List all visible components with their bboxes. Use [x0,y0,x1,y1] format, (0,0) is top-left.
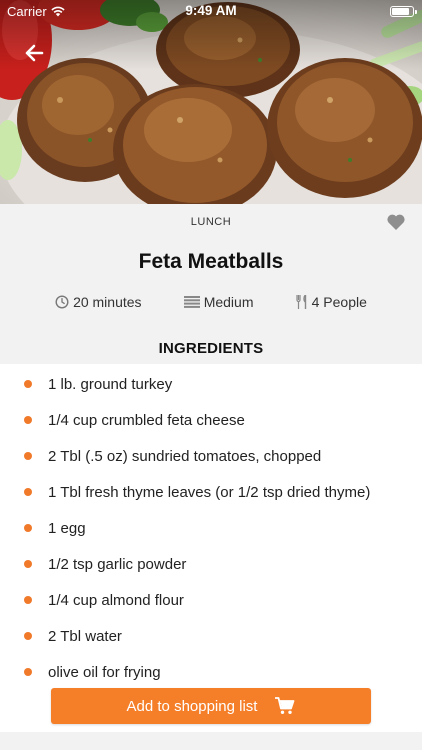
ingredients-heading: INGREDIENTS [158,340,264,357]
ingredient-item: 1/4 cup crumbled feta cheese [0,402,422,438]
bullet-icon [24,380,32,388]
recipe-category: LUNCH [190,216,232,228]
recipe-header: LUNCH Feta Meatballs 20 minutes Medium 4… [0,204,422,364]
arrow-left-icon [25,44,44,62]
servings: 4 People [296,294,367,310]
ingredient-item: 2 Tbl (.5 oz) sundried tomatoes, chopped [0,438,422,474]
bullet-icon [24,524,32,532]
add-to-shopping-list-label: Add to shopping list [126,697,258,715]
ingredient-item: 2 Tbl water [0,618,422,654]
ingredient-item: 1/4 cup almond flour [0,582,422,618]
difficulty-icon [183,296,200,308]
prep-time: 20 minutes [55,294,142,310]
ingredient-text: 1 egg [48,519,86,537]
bullet-icon [24,488,32,496]
back-button[interactable] [20,38,50,68]
bullet-icon [24,596,32,604]
ingredients-list: 1 lb. ground turkey 1/4 cup crumbled fet… [0,364,422,732]
servings-label: 4 People [311,294,367,310]
ingredient-text: 1/4 cup crumbled feta cheese [48,411,245,429]
ingredient-text: 1/4 cup almond flour [48,591,184,609]
ingredient-text: 2 Tbl (.5 oz) sundried tomatoes, chopped [48,447,322,465]
status-bar: Carrier 9:49 AM [0,0,422,22]
recipe-title: Feta Meatballs [138,250,284,273]
bullet-icon [24,416,32,424]
ingredient-text: 1 Tbl fresh thyme leaves (or 1/2 tsp dri… [48,483,371,501]
clock-icon [55,295,69,309]
ingredient-text: 1/2 tsp garlic powder [48,555,187,573]
cart-icon [275,697,295,714]
ingredient-item: 1 lb. ground turkey [0,366,422,402]
meatballs-illustration [0,0,422,204]
ingredient-item: 1 egg [0,510,422,546]
utensils-icon [296,295,306,309]
ingredient-text: olive oil for frying [48,663,161,681]
prep-time-label: 20 minutes [73,294,142,310]
status-time: 9:49 AM [185,3,237,18]
ingredient-item: 1/2 tsp garlic powder [0,546,422,582]
bullet-icon [24,668,32,676]
bullet-icon [24,632,32,640]
difficulty-label: Medium [203,294,254,310]
add-to-shopping-list-button[interactable]: Add to shopping list [51,688,371,724]
recipe-hero-image [0,0,422,204]
heart-icon [387,214,405,230]
difficulty: Medium [183,294,254,310]
ingredient-text: 1 lb. ground turkey [48,375,173,393]
bullet-icon [24,452,32,460]
ingredient-item: 1 Tbl fresh thyme leaves (or 1/2 tsp dri… [0,474,422,510]
recipe-stats: 20 minutes Medium 4 People [0,294,422,310]
ingredient-item: olive oil for frying [0,654,422,690]
favorite-button[interactable] [386,212,406,232]
ingredient-text: 2 Tbl water [48,627,122,645]
bullet-icon [24,560,32,568]
battery-icon [390,6,417,17]
